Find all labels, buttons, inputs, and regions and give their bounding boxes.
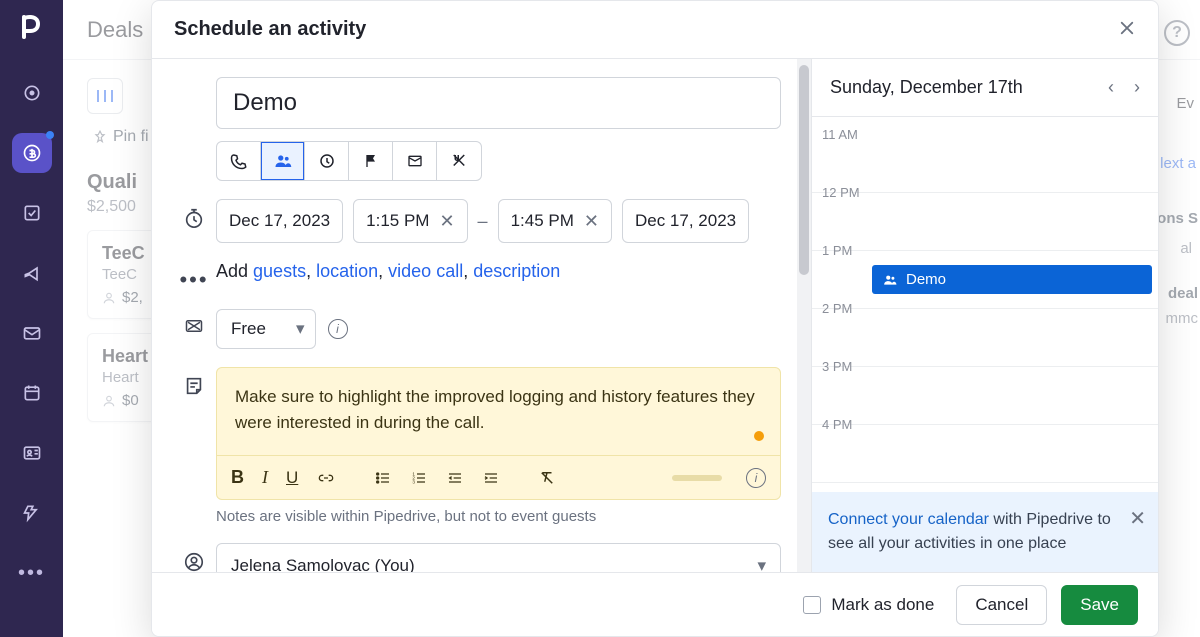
svg-text:3: 3 [413, 479, 416, 484]
time-separator: – [478, 211, 488, 232]
note-progress [672, 475, 722, 481]
calendar-connect-banner: Connect your calendar with Pipedrive to … [812, 492, 1158, 572]
calendar-pane: Sunday, December 17th ‹ › 11 AM 12 PM 1 … [812, 59, 1158, 572]
clear-end-time-icon[interactable]: ✕ [584, 211, 599, 232]
nav-contacts[interactable] [12, 433, 52, 473]
start-time-field[interactable]: 1:15 PM✕ [353, 199, 467, 243]
note-status-dot [754, 431, 764, 441]
underline-button[interactable]: U [286, 468, 298, 488]
note-text[interactable]: Make sure to highlight the improved logg… [217, 368, 780, 455]
clear-format-button[interactable] [538, 469, 556, 487]
outdent-button[interactable] [446, 470, 464, 486]
person-icon [172, 543, 216, 572]
note-icon [172, 367, 216, 397]
notification-dot [46, 131, 54, 139]
add-video-link[interactable]: video call [388, 261, 463, 281]
form-pane: Dec 17, 2023 1:15 PM✕ – 1:45 PM✕ Dec 17,… [152, 59, 812, 572]
calendar-next-icon[interactable]: › [1134, 77, 1140, 98]
link-button[interactable] [316, 470, 336, 486]
assignee-select[interactable]: Jelena Samolovac (You) ▾ [216, 543, 781, 572]
end-time-field[interactable]: 1:45 PM✕ [498, 199, 612, 243]
activity-title-input[interactable] [216, 77, 781, 129]
end-date-field[interactable]: Dec 17, 2023 [622, 199, 749, 243]
close-icon[interactable] [1118, 17, 1136, 43]
calendar-header: Sunday, December 17th ‹ › [812, 59, 1158, 117]
numbered-list-button[interactable]: 123 [410, 470, 428, 486]
nav-rail: ••• [0, 0, 63, 637]
nav-mail[interactable] [12, 313, 52, 353]
type-lunch[interactable] [437, 142, 481, 180]
start-date-field[interactable]: Dec 17, 2023 [216, 199, 343, 243]
calendar-prev-icon[interactable]: ‹ [1108, 77, 1114, 98]
type-meeting[interactable] [261, 142, 305, 180]
nav-deals[interactable] [12, 133, 52, 173]
info-icon[interactable]: i [328, 319, 348, 339]
note-hint: Notes are visible within Pipedrive, but … [216, 508, 781, 525]
clear-start-time-icon[interactable]: ✕ [439, 211, 454, 232]
connect-calendar-link[interactable]: Connect your calendar [828, 511, 989, 528]
availability-icon [172, 309, 216, 335]
logo [21, 14, 43, 47]
bullet-list-button[interactable] [374, 470, 392, 486]
cancel-button[interactable]: Cancel [956, 585, 1047, 625]
schedule-activity-modal: Schedule an activity [151, 0, 1159, 637]
type-call[interactable] [217, 142, 261, 180]
nav-focus[interactable] [12, 73, 52, 113]
nav-insights[interactable] [12, 493, 52, 533]
add-location-link[interactable]: location [316, 261, 378, 281]
modal-title: Schedule an activity [174, 18, 366, 41]
modal-header: Schedule an activity [152, 1, 1158, 59]
add-description-link[interactable]: description [473, 261, 560, 281]
chevron-down-icon: ▾ [296, 319, 305, 339]
modal-footer: Mark as done Cancel Save [152, 572, 1158, 636]
chevron-down-icon: ▾ [757, 556, 766, 572]
nav-more[interactable]: ••• [12, 553, 52, 593]
indent-button[interactable] [482, 470, 500, 486]
calendar-grid[interactable]: 11 AM 12 PM 1 PM 2 PM 3 PM 4 PM Demo Con… [812, 117, 1158, 572]
nav-calendar[interactable] [12, 373, 52, 413]
type-deadline[interactable] [349, 142, 393, 180]
save-button[interactable]: Save [1061, 585, 1138, 625]
note-info-icon[interactable]: i [746, 468, 766, 488]
note-toolbar: B I U 123 [217, 455, 780, 499]
availability-select[interactable]: Free ▾ [216, 309, 316, 349]
bold-button[interactable]: B [231, 467, 244, 488]
type-email[interactable] [393, 142, 437, 180]
mark-as-done-checkbox[interactable]: Mark as done [803, 595, 934, 615]
nav-activities[interactable] [12, 193, 52, 233]
nav-campaigns[interactable] [12, 253, 52, 293]
activity-type-toggle [216, 141, 482, 181]
form-scrollbar[interactable] [797, 59, 811, 572]
calendar-event[interactable]: Demo [872, 265, 1152, 294]
type-task[interactable] [305, 142, 349, 180]
calendar-date: Sunday, December 17th [830, 77, 1023, 98]
banner-close-icon[interactable]: ✕ [1129, 504, 1146, 534]
note-editor[interactable]: Make sure to highlight the improved logg… [216, 367, 781, 500]
clock-icon [172, 199, 216, 229]
add-guests-link[interactable]: guests [253, 261, 306, 281]
more-icon: ••• [172, 261, 216, 291]
add-extras-line: Add guests, location, video call, descri… [216, 261, 781, 282]
italic-button[interactable]: I [262, 467, 268, 488]
